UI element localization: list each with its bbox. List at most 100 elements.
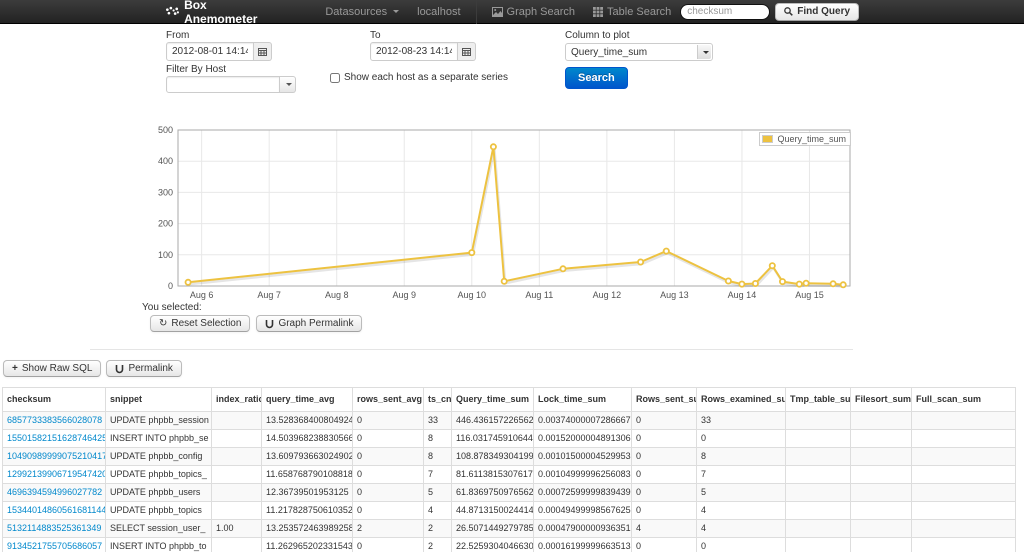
- table-cell: 108.87834930419922: [452, 448, 534, 466]
- to-calendar-button[interactable]: [458, 42, 476, 61]
- x-tick-label: Aug 13: [660, 290, 689, 300]
- table-cell: 2: [353, 520, 424, 538]
- separate-series-checkbox[interactable]: [330, 73, 340, 83]
- table-cell: 2: [424, 538, 452, 552]
- column-header[interactable]: ts_cnt: [424, 388, 452, 412]
- filter-by-host-group: [166, 76, 296, 93]
- table-cell: [786, 484, 851, 502]
- find-query-button[interactable]: Find Query: [775, 3, 859, 21]
- data-point[interactable]: [780, 279, 785, 284]
- table-cell: 0: [632, 412, 697, 430]
- graph-permalink-button[interactable]: Graph Permalink: [256, 315, 362, 332]
- table-cell: [786, 412, 851, 430]
- column-header[interactable]: snippet: [106, 388, 212, 412]
- column-header[interactable]: checksum: [3, 388, 106, 412]
- table-cell: 5: [697, 484, 786, 502]
- filter-by-host-input[interactable]: [166, 76, 280, 93]
- table-cell: [912, 430, 1016, 448]
- from-date-input[interactable]: [166, 42, 254, 61]
- plus-icon: +: [12, 363, 18, 374]
- show-raw-sql-label: Show Raw SQL: [22, 363, 93, 374]
- nav-datasources-label: Datasources: [325, 6, 387, 18]
- nav-divider: [476, 0, 477, 24]
- table-cell: [851, 502, 912, 520]
- filter-by-host-dropdown-button[interactable]: [280, 76, 296, 93]
- column-header[interactable]: Query_time_sum: [452, 388, 534, 412]
- data-point[interactable]: [664, 249, 669, 254]
- to-date-input[interactable]: [370, 42, 458, 61]
- data-point[interactable]: [770, 263, 775, 268]
- table-row: 6857733383566028078UPDATE phpbb_session1…: [3, 412, 1016, 430]
- table-cell: [851, 448, 912, 466]
- nav-graph-search[interactable]: Graph Search: [483, 0, 584, 24]
- checksum-link[interactable]: 15344014860561681144: [3, 502, 106, 520]
- column-header[interactable]: index_ratio: [212, 388, 262, 412]
- from-group: [166, 42, 272, 61]
- filter-by-host-label: Filter By Host: [166, 64, 226, 75]
- y-tick-label: 100: [158, 250, 173, 260]
- column-header[interactable]: query_time_avg: [262, 388, 353, 412]
- y-tick-label: 500: [158, 125, 173, 135]
- data-point[interactable]: [502, 279, 507, 284]
- from-calendar-button[interactable]: [254, 42, 272, 61]
- table-cell: 13.253572463989258: [262, 520, 353, 538]
- checksum-link[interactable]: 4696394594996027782: [3, 484, 106, 502]
- checksum-link[interactable]: 5132114883525361349: [3, 520, 106, 538]
- nav-datasources[interactable]: Datasources: [316, 0, 408, 24]
- nav-table-search[interactable]: Table Search: [584, 0, 680, 24]
- table-cell: 446.4361572265625: [452, 412, 534, 430]
- show-raw-sql-button[interactable]: + Show Raw SQL: [3, 360, 101, 377]
- data-point[interactable]: [638, 259, 643, 264]
- data-point[interactable]: [753, 281, 758, 286]
- checksum-link[interactable]: 15501582151628746425: [3, 430, 106, 448]
- data-point[interactable]: [726, 278, 731, 283]
- query-time-chart[interactable]: 0100200300400500Aug 6Aug 7Aug 8Aug 9Aug …: [148, 125, 860, 307]
- data-point[interactable]: [491, 144, 496, 149]
- reset-selection-button[interactable]: ↻ Reset Selection: [150, 315, 250, 332]
- data-point[interactable]: [831, 281, 836, 286]
- column-header[interactable]: Lock_time_sum: [534, 388, 632, 412]
- checksum-link[interactable]: 9134521755705686057: [3, 538, 106, 552]
- data-point[interactable]: [841, 282, 846, 287]
- data-point[interactable]: [797, 282, 802, 287]
- table-cell: 61.83697509765625: [452, 484, 534, 502]
- column-header[interactable]: Rows_sent_sum: [632, 388, 697, 412]
- checksum-link[interactable]: 6857733383566028078: [3, 412, 106, 430]
- find-query-label: Find Query: [797, 6, 850, 17]
- data-point[interactable]: [739, 282, 744, 287]
- checksum-link[interactable]: 10490989999075210417: [3, 448, 106, 466]
- data-point[interactable]: [186, 280, 191, 285]
- checksum-search-input[interactable]: [680, 4, 770, 20]
- nav-localhost[interactable]: localhost: [408, 0, 469, 24]
- permalink-button[interactable]: Permalink: [106, 360, 181, 377]
- separate-series-label: Show each host as a separate series: [344, 72, 508, 83]
- data-point[interactable]: [804, 281, 809, 286]
- table-cell: 11.658768790108818: [262, 466, 353, 484]
- search-button[interactable]: Search: [565, 67, 628, 89]
- chevron-down-icon: [393, 10, 399, 13]
- column-header[interactable]: Tmp_table_sum: [786, 388, 851, 412]
- table-cell: [912, 412, 1016, 430]
- data-point[interactable]: [560, 266, 565, 271]
- data-point[interactable]: [469, 250, 474, 255]
- column-to-plot-select[interactable]: Query_time_sum: [565, 43, 713, 61]
- legend-label: Query_time_sum: [777, 134, 846, 144]
- column-header[interactable]: Rows_examined_sum: [697, 388, 786, 412]
- column-header[interactable]: Full_scan_sum: [912, 388, 1016, 412]
- column-header[interactable]: rows_sent_avg: [353, 388, 424, 412]
- brand[interactable]: Box Anemometer: [165, 0, 261, 26]
- checksum-link[interactable]: 12992139906719547420: [3, 466, 106, 484]
- column-header[interactable]: Filesort_sum: [851, 388, 912, 412]
- chart-plot-area[interactable]: 0100200300400500Aug 6Aug 7Aug 8Aug 9Aug …: [148, 125, 860, 312]
- table-cell: 0.00101500004529953: [534, 448, 632, 466]
- anemometer-logo-icon: [165, 5, 179, 19]
- table-cell: [212, 538, 262, 552]
- table-cell: 13.528368400804924: [262, 412, 353, 430]
- table-cell: 13.609793663024902: [262, 448, 353, 466]
- chart-legend: Query_time_sum: [759, 132, 851, 146]
- calendar-icon: [462, 47, 471, 56]
- table-cell: [851, 412, 912, 430]
- table-cell: 4: [697, 520, 786, 538]
- picture-icon: [492, 7, 503, 17]
- table-cell: 33: [424, 412, 452, 430]
